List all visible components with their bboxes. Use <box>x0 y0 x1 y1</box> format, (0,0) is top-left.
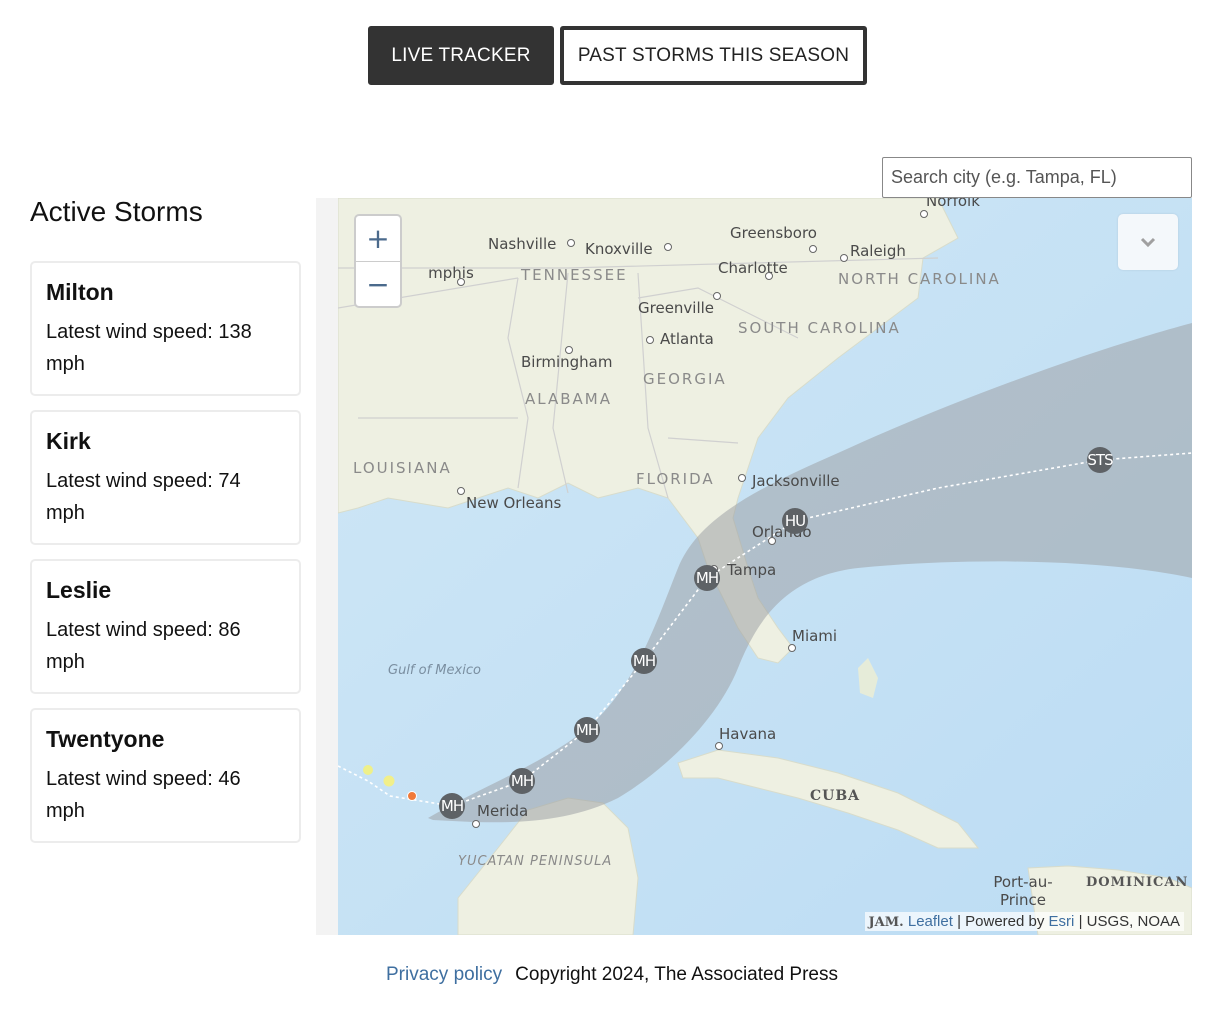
city-label: Charlotte <box>718 259 788 277</box>
city-marker <box>768 537 776 545</box>
track-marker-major-hurricane[interactable]: MH <box>439 793 465 819</box>
state-label: LOUISIANA <box>353 459 452 477</box>
zoom-control: + − <box>354 214 402 308</box>
city-label: Tampa <box>727 561 777 579</box>
storm-card-leslie[interactable]: Leslie Latest wind speed: 86 mph <box>30 559 301 694</box>
attribution-sep: | <box>1078 913 1083 930</box>
city-label: Greensboro <box>730 224 817 242</box>
city-label: Port-au-Prince <box>993 873 1053 909</box>
zoom-in-button[interactable]: + <box>356 216 400 261</box>
country-label: DOMINICAN REPUBLIC <box>1086 875 1192 890</box>
city-marker <box>713 292 721 300</box>
city-marker <box>809 245 817 253</box>
attribution-prefix: JAM. <box>868 915 904 930</box>
attribution-powered: Powered by <box>965 913 1045 930</box>
city-label: Jacksonville <box>752 472 840 490</box>
layer-toggle-button[interactable] <box>1118 214 1178 270</box>
city-label: Raleigh <box>850 242 906 260</box>
state-label: TENNESSEE <box>521 266 628 284</box>
state-label: NORTH CAROLINA <box>838 271 999 287</box>
track-marker-major-hurricane[interactable]: MH <box>694 565 720 591</box>
city-marker <box>646 336 654 344</box>
city-marker <box>765 272 773 280</box>
storm-card-kirk[interactable]: Kirk Latest wind speed: 74 mph <box>30 410 301 545</box>
tracker-tabs: LIVE TRACKER PAST STORMS THIS SEASON <box>368 26 867 85</box>
leaflet-link[interactable]: Leaflet <box>908 913 953 930</box>
city-marker <box>788 644 796 652</box>
city-label: Nashville <box>488 235 557 253</box>
city-label: New Orleans <box>466 494 562 512</box>
city-marker <box>840 254 848 262</box>
city-marker <box>565 346 573 354</box>
city-label: Miami <box>792 627 838 645</box>
region-label: YUCATAN PENINSULA <box>458 854 613 869</box>
storm-name: Kirk <box>46 428 91 454</box>
state-label: GEORGIA <box>643 370 727 388</box>
track-marker-major-hurricane[interactable]: MH <box>509 768 535 794</box>
storm-name: Twentyone <box>46 726 165 752</box>
state-label: SOUTH CAROLINA <box>738 320 899 336</box>
city-label: Knoxville <box>585 240 653 258</box>
storm-wind-speed: Latest wind speed: 86 mph <box>46 619 241 673</box>
city-marker <box>567 239 575 247</box>
storm-card-twentyone[interactable]: Twentyone Latest wind speed: 46 mph <box>30 708 301 843</box>
city-label: Atlanta <box>660 330 714 348</box>
track-marker-subtropical-storm[interactable]: STS <box>1087 447 1114 473</box>
track-marker-major-hurricane[interactable]: MH <box>574 717 600 743</box>
tab-past-storms[interactable]: PAST STORMS THIS SEASON <box>560 26 867 85</box>
city-marker <box>920 210 928 218</box>
city-marker <box>664 243 672 251</box>
water-label: Gulf of Mexico <box>388 663 481 678</box>
past-storm-point[interactable] <box>363 765 373 775</box>
active-storms-title: Active Storms <box>30 196 203 227</box>
city-marker <box>457 487 465 495</box>
attribution-sources: USGS, NOAA <box>1086 913 1180 930</box>
city-label: Havana <box>719 725 777 743</box>
storm-card-milton[interactable]: Milton Latest wind speed: 138 mph <box>30 261 301 396</box>
copyright-text: Copyright 2024, The Associated Press <box>515 964 838 985</box>
state-label: FLORIDA <box>636 470 715 488</box>
state-label-text: NORTH CAROLINA <box>838 270 1001 288</box>
esri-link[interactable]: Esri <box>1049 913 1075 930</box>
city-marker <box>738 474 746 482</box>
track-marker-major-hurricane[interactable]: MH <box>631 648 657 674</box>
chevron-down-icon <box>1140 237 1156 248</box>
city-marker <box>457 278 465 286</box>
privacy-policy-link[interactable]: Privacy policy <box>386 964 502 986</box>
state-label: ALABAMA <box>525 390 612 408</box>
city-marker <box>715 742 723 750</box>
city-marker <box>472 820 480 828</box>
city-label: Birmingham <box>521 353 613 371</box>
state-label-text: SOUTH CAROLINA <box>738 319 901 337</box>
city-label: Merida <box>477 802 529 820</box>
past-storm-point[interactable] <box>383 775 395 787</box>
attribution-sep: | <box>957 913 961 930</box>
city-search-input[interactable] <box>882 157 1192 198</box>
tab-live-tracker[interactable]: LIVE TRACKER <box>368 26 554 85</box>
map-attribution: JAM. Leaflet | Powered by Esri | USGS, N… <box>864 912 1184 931</box>
storm-wind-speed: Latest wind speed: 46 mph <box>46 768 241 822</box>
storm-map[interactable]: TENNESSEE NORTH CAROLINA SOUTH CAROLINA … <box>316 198 1192 935</box>
country-label: CUBA <box>810 788 861 804</box>
storm-wind-speed: Latest wind speed: 74 mph <box>46 470 241 524</box>
footer: Privacy policy Copyright 2024, The Assoc… <box>386 964 838 986</box>
city-label: Norfolk <box>926 198 980 210</box>
storm-name: Milton <box>46 279 114 305</box>
storm-name: Leslie <box>46 577 112 603</box>
track-marker-hurricane[interactable]: HU <box>782 508 808 534</box>
zoom-out-button[interactable]: − <box>356 261 400 306</box>
storm-wind-speed: Latest wind speed: 138 mph <box>46 321 252 375</box>
city-label: Greenville <box>638 299 715 317</box>
current-storm-position[interactable] <box>407 791 417 801</box>
